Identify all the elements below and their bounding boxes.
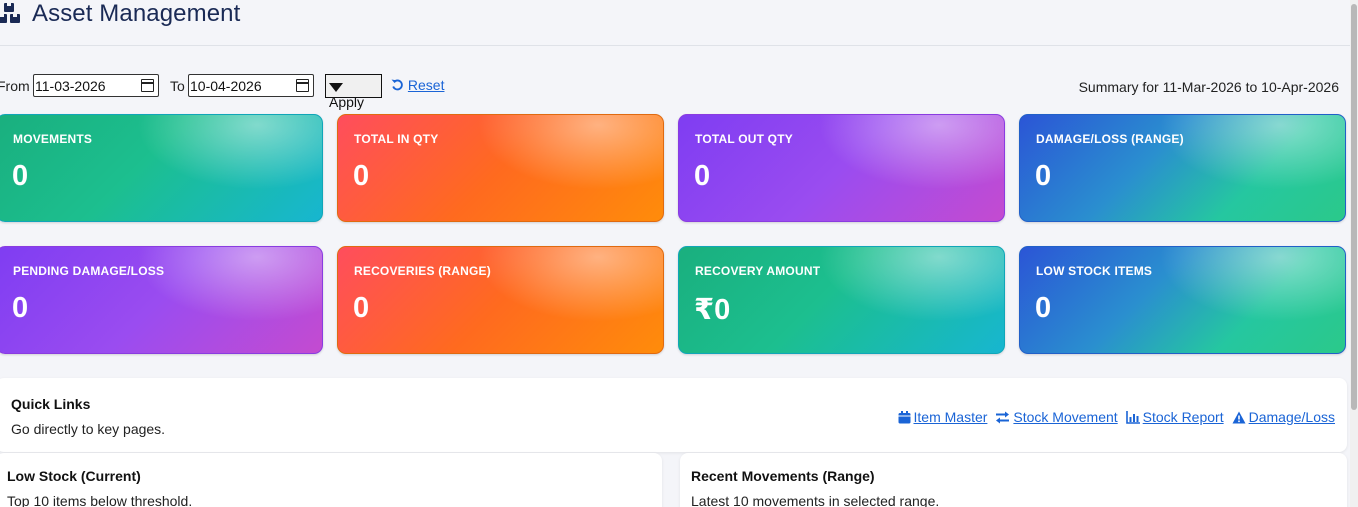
date-filter-bar: From 11-03-2026 To 10-04-2026 Apply Rese… [0,74,1350,110]
stat-card-damage-loss: DAMAGE/LOSS (RANGE) 0 [1019,114,1346,222]
recent-movements-subtitle: Latest 10 movements in selected range. [691,493,940,507]
undo-icon [391,79,403,91]
calendar-icon [898,410,910,423]
card-label: RECOVERY AMOUNT [695,264,821,278]
scrollbar-thumb[interactable] [1351,4,1357,410]
item-master-label: Item Master [913,409,988,425]
calendar-icon[interactable] [141,79,154,92]
reset-label: Reset [407,77,445,93]
card-value: 0 [12,292,29,324]
quick-links-subtitle: Go directly to key pages. [11,421,166,437]
card-label: LOW STOCK ITEMS [1036,264,1153,278]
card-label: RECOVERIES (RANGE) [354,264,491,278]
card-value: 0 [1035,292,1052,324]
quick-links-panel: Quick Links Go directly to key pages. It… [0,378,1347,452]
summary-text: Summary for 11-Mar-2026 to 10-Apr-2026 [1078,79,1339,95]
page-title: Asset Management [32,0,241,27]
card-value: 0 [353,160,370,192]
low-stock-subtitle: Top 10 items below threshold. [7,493,193,507]
card-label: MOVEMENTS [13,132,93,146]
item-master-link[interactable]: Item Master [898,409,988,425]
card-value: 0 [353,292,370,324]
recent-movements-panel: Recent Movements (Range) Latest 10 movem… [680,453,1347,507]
low-stock-panel: Low Stock (Current) Top 10 items below t… [0,453,662,507]
to-label: To [170,78,185,94]
stock-report-link[interactable]: Stock Report [1125,409,1224,425]
boxes-icon [0,3,20,23]
card-label: DAMAGE/LOSS (RANGE) [1036,132,1184,146]
recent-movements-title: Recent Movements (Range) [691,468,875,484]
reset-link[interactable]: Reset [391,77,444,93]
from-date-input[interactable]: 11-03-2026 [33,74,159,97]
card-label: TOTAL IN QTY [354,132,439,146]
exchange-icon [996,411,1010,423]
stat-card-low-stock: LOW STOCK ITEMS 0 [1019,246,1346,354]
card-label: TOTAL OUT QTY [695,132,793,146]
apply-label: Apply [329,94,365,110]
stat-card-recoveries: RECOVERIES (RANGE) 0 [337,246,664,354]
to-date-input[interactable]: 10-04-2026 [188,74,314,97]
low-stock-title: Low Stock (Current) [7,468,141,484]
stat-card-recovery-amount: RECOVERY AMOUNT ₹0 [678,246,1005,354]
apply-button[interactable]: Apply [325,74,382,110]
stat-card-total-out: TOTAL OUT QTY 0 [678,114,1005,222]
damage-loss-label: Damage/Loss [1248,409,1335,425]
card-value: ₹0 [694,294,731,326]
calendar-icon[interactable] [296,79,309,92]
bar-chart-icon [1125,410,1140,424]
card-label: PENDING DAMAGE/LOSS [13,264,165,278]
card-value: 0 [12,160,29,192]
stock-movement-label: Stock Movement [1013,409,1118,425]
card-value: 0 [1035,160,1052,192]
quick-links-list: Item Master Stock Movement Stock Report [898,409,1335,425]
from-date-value: 11-03-2026 [35,78,106,94]
filter-icon [329,83,343,92]
card-value: 0 [694,160,711,192]
stat-card-pending-damage: PENDING DAMAGE/LOSS 0 [0,246,323,354]
stat-card-movements: MOVEMENTS 0 [0,114,323,222]
stat-card-total-in: TOTAL IN QTY 0 [337,114,664,222]
damage-loss-link[interactable]: Damage/Loss [1232,409,1335,425]
from-label: From [0,78,30,94]
stock-report-label: Stock Report [1142,409,1224,425]
quick-links-title: Quick Links [11,396,91,412]
to-date-value: 10-04-2026 [190,78,262,94]
page-header: Asset Management [0,0,1350,46]
warning-icon [1232,411,1246,423]
stock-movement-link[interactable]: Stock Movement [995,409,1118,425]
scrollbar-track[interactable] [1350,0,1358,507]
